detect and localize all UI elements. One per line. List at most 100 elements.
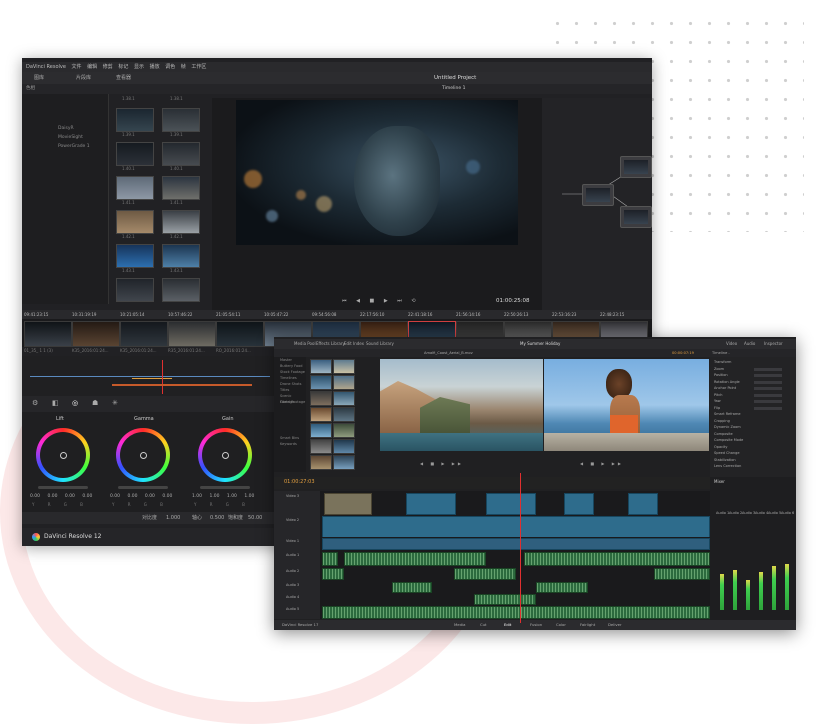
inspector-row[interactable]: Rotation Angle [714,380,740,385]
gallery-thumbnail[interactable] [116,176,154,200]
node-corrector[interactable] [582,184,614,206]
audio-clip[interactable] [322,552,338,566]
menu-app[interactable]: DaVinci Resolve [26,64,66,70]
timeline-clip[interactable] [564,493,594,515]
gallery-thumbnail[interactable] [116,142,154,166]
contrast-value[interactable]: 1.000 [166,512,180,524]
media-thumbnail[interactable] [333,455,355,470]
timeline-clip[interactable] [628,493,658,515]
audio-clip[interactable] [536,582,588,593]
tab-sound-library[interactable]: Sound Library [366,339,394,349]
timeline-clip[interactable] [324,493,372,515]
timeline-clip[interactable] [406,493,456,515]
sidebar-item[interactable]: DaisyR [58,124,108,133]
inspector-row[interactable]: Opacity [714,445,727,450]
inspector-row[interactable]: Zoom [714,367,724,372]
timeline-clip[interactable] [322,516,710,538]
tab-effects-library[interactable]: Effects Library [316,339,345,349]
menu-workspace[interactable]: 工作区 [191,64,206,70]
inspector-tab-video[interactable]: Video [726,339,737,349]
view-button[interactable]: 查看器 [116,72,131,84]
inspector-row[interactable]: Yaw [714,399,721,404]
transport-controls[interactable]: ⏮ ◀ ■ ▶ ⏭ ⟲ [342,298,420,304]
gamma-wheel[interactable] [116,428,170,482]
gamma-master-slider[interactable] [118,486,168,489]
inspector-value-field[interactable] [754,367,782,371]
page-deliver[interactable]: Deliver [608,620,622,630]
bin-item[interactable]: Keywords [280,441,306,447]
gallery-thumbnail[interactable] [162,176,200,200]
gallery-thumbnail[interactable] [162,210,200,234]
sidebar-item[interactable]: MovieSight [58,133,108,142]
audio-clip[interactable] [654,568,710,580]
menu-playback[interactable]: 播放 [150,64,160,70]
strip-clip[interactable] [72,321,120,347]
curve-playhead[interactable] [162,360,163,394]
source-viewer[interactable] [380,359,543,451]
audio-clip[interactable] [524,552,710,566]
clips-button[interactable]: 片段库 [76,72,91,84]
inspector-tab-audio[interactable]: Audio [744,339,755,349]
gallery-thumbnail[interactable] [116,278,154,302]
inspector-tab[interactable]: Inspector [764,339,783,349]
inspector-value-field[interactable] [754,393,782,397]
strip-clip[interactable] [168,321,216,347]
menu-mark[interactable]: 标记 [118,64,128,70]
menu-view[interactable]: 显示 [134,64,144,70]
viewer-video-frame[interactable] [236,100,518,245]
inspector-row[interactable]: Flip [714,406,720,411]
gallery-thumbnail[interactable] [162,108,200,132]
inspector-value-field[interactable] [754,406,782,410]
audio-clip[interactable] [322,568,344,580]
saturation-value[interactable]: 50.00 [248,512,262,524]
gain-master-slider[interactable] [200,486,250,489]
page-media[interactable]: Media [454,620,465,630]
gallery-thumbnail[interactable] [116,244,154,268]
tab-media-pool[interactable]: Media Pool [294,339,316,349]
pivot-value[interactable]: 0.500 [210,512,224,524]
inspector-row[interactable]: Stabilization [714,458,736,463]
menu-frame[interactable]: 帧 [181,64,186,70]
media-thumbnail[interactable] [333,423,355,438]
sidebar-item[interactable]: PowerGrade 1 [58,142,108,151]
inspector-value-field[interactable] [754,400,782,403]
lift-wheel[interactable] [36,428,90,482]
timeline-clip[interactable] [322,538,710,550]
media-thumbnail[interactable] [333,375,355,390]
bin-item[interactable]: Client Footage [280,399,306,405]
inspector-row[interactable]: Speed Change [714,451,739,456]
inspector-row[interactable]: Position [714,373,728,378]
page-fairlight[interactable]: Fairlight [580,620,595,630]
color-wheels-icon[interactable]: ◎ [72,399,78,407]
menu-edit[interactable]: 编辑 [87,64,97,70]
audio-clip[interactable] [392,582,432,593]
audio-clip[interactable] [322,606,710,619]
gallery-thumbnail[interactable] [162,278,200,302]
audio-clip[interactable] [454,568,516,580]
gain-wheel[interactable] [198,428,252,482]
media-thumbnail[interactable] [333,359,355,374]
media-thumbnail[interactable] [310,407,332,422]
gallery-thumbnail[interactable] [116,108,154,132]
inspector-row[interactable]: Composite [714,432,733,437]
media-thumbnail[interactable] [310,359,332,374]
timeline-playhead[interactable] [520,473,521,623]
page-edit[interactable]: Edit [504,620,511,630]
page-fusion[interactable]: Fusion [530,620,542,630]
node-corrector[interactable] [620,156,652,178]
timeline-select[interactable]: Timeline 1 [442,84,465,94]
menu-trim[interactable]: 修剪 [103,64,113,70]
strip-clip[interactable] [216,321,264,347]
menu-file[interactable]: 文件 [72,64,82,70]
media-button[interactable]: 图库 [34,72,44,84]
media-thumbnail[interactable] [333,391,355,406]
inspector-row[interactable]: Anchor Point [714,386,736,391]
menu-color[interactable]: 调色 [165,64,175,70]
inspector-row[interactable]: Dynamic Zoom [714,425,741,430]
node-corrector[interactable] [620,206,652,228]
inspector-row[interactable]: Cropping [714,419,730,424]
motion-effects-icon[interactable]: ✳ [112,399,118,407]
page-cut[interactable]: Cut [480,620,487,630]
inspector-value-field[interactable] [754,387,782,390]
tab-edit-index[interactable]: Edit Index [344,339,364,349]
